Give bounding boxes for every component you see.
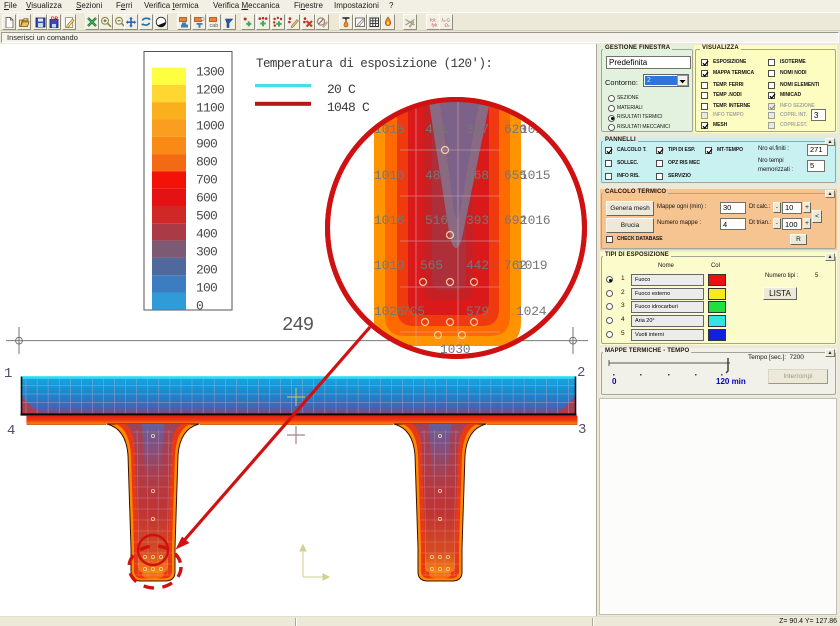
- svg-text:20 C: 20 C: [327, 82, 356, 97]
- svg-text:1019: 1019: [374, 258, 404, 273]
- svg-text:1019: 1019: [517, 258, 547, 273]
- svg-text:Temperatura di esposizione (12: Temperatura di esposizione (120'):: [256, 57, 492, 71]
- svg-text:249: 249: [282, 314, 314, 336]
- svg-text:700: 700: [196, 173, 217, 188]
- svg-text:fyk: fyk: [432, 23, 439, 28]
- svg-text:4: 4: [7, 423, 15, 439]
- svg-text:300: 300: [196, 245, 217, 260]
- svg-text:393: 393: [466, 213, 489, 228]
- svg-text:1024: 1024: [516, 304, 547, 319]
- svg-text:600: 600: [196, 191, 217, 206]
- svg-text:400: 400: [196, 227, 217, 242]
- svg-text:368: 368: [466, 168, 489, 183]
- svg-text:1200: 1200: [196, 83, 224, 98]
- svg-text:DB: DB: [51, 17, 59, 23]
- svg-text:1300: 1300: [196, 65, 224, 80]
- svg-text:2: 2: [577, 365, 585, 381]
- svg-text:900: 900: [196, 137, 217, 152]
- svg-text:442: 442: [466, 258, 489, 273]
- svg-text:1000: 1000: [196, 119, 224, 134]
- svg-text:100: 100: [196, 281, 217, 296]
- svg-text:1: 1: [4, 366, 12, 382]
- svg-text:0: 0: [196, 299, 203, 314]
- svg-text:1026: 1026: [374, 304, 404, 319]
- svg-text:1048 C: 1048 C: [327, 100, 370, 115]
- svg-text:705: 705: [402, 304, 425, 319]
- svg-text:487: 487: [425, 168, 448, 183]
- svg-text:1016: 1016: [520, 213, 550, 228]
- svg-text:200: 200: [196, 263, 217, 278]
- svg-text:1016: 1016: [374, 213, 404, 228]
- svg-text:579: 579: [466, 304, 489, 319]
- svg-text:Ω₀: Ω₀: [445, 23, 450, 28]
- svg-text:461: 461: [425, 122, 448, 137]
- svg-text:1100: 1100: [196, 101, 224, 116]
- svg-text:1016: 1016: [374, 168, 404, 183]
- svg-text:347: 347: [466, 122, 489, 137]
- svg-text:1015: 1015: [520, 168, 550, 183]
- svg-text:565: 565: [420, 258, 443, 273]
- svg-text:cab: cab: [210, 23, 219, 28]
- svg-text:800: 800: [196, 155, 217, 170]
- svg-text:500: 500: [196, 209, 217, 224]
- svg-text:516: 516: [425, 213, 448, 228]
- svg-text:3: 3: [578, 422, 586, 438]
